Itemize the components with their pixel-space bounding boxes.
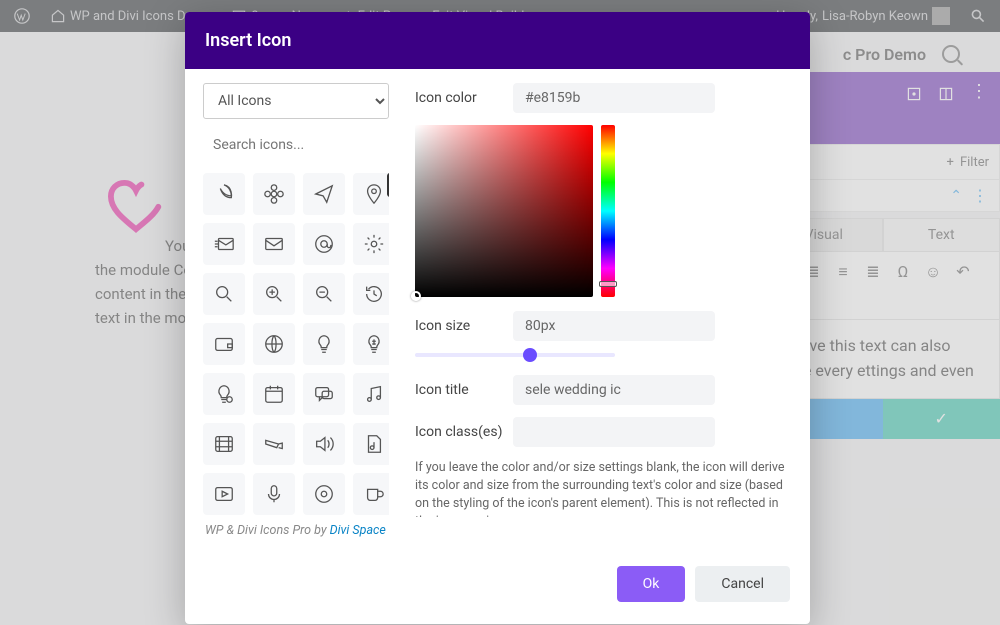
search-icons-input[interactable] [203,129,389,161]
chat-icon[interactable] [303,373,345,415]
modal-title: Insert Icon [185,12,810,69]
icon-size-slider[interactable] [415,353,615,357]
music-notes-icon[interactable] [353,373,389,415]
icon-size-input[interactable] [513,311,715,341]
hue-bar[interactable] [601,125,615,297]
saturation-area[interactable] [415,125,593,297]
map-pin-icon[interactable] [353,173,389,215]
zoom-out-icon[interactable] [303,273,345,315]
icon-settings-column: Icon color Icon size Icon title [397,69,810,517]
bulb-gear-icon[interactable] [203,373,245,415]
icon-color-label: Icon color [415,90,513,106]
play-icon[interactable] [203,473,245,515]
icon-classes-input[interactable] [513,417,715,447]
history-icon[interactable] [353,273,389,315]
music-file-icon[interactable] [353,423,389,465]
at-sign-icon[interactable] [303,223,345,265]
divi-space-link[interactable]: Divi Space [330,523,386,538]
gear-icon[interactable] [353,223,389,265]
icon-title-label: Icon title [415,382,513,398]
icon-help-text: If you leave the color and/or size setti… [415,459,792,517]
disc-icon[interactable] [303,473,345,515]
mic-icon[interactable] [253,473,295,515]
icon-size-label: Icon size [415,318,513,334]
mail-send-icon[interactable] [203,223,245,265]
icon-color-input[interactable] [513,83,715,113]
mug-icon[interactable] [353,473,389,515]
cancel-button[interactable]: Cancel [695,566,790,602]
icon-picker-column: All Icons [185,69,397,517]
volume-icon[interactable] [303,423,345,465]
modal-actions: Ok Cancel [185,538,810,624]
mail-icon[interactable] [253,223,295,265]
hue-handle[interactable] [599,281,617,287]
globe-icon[interactable] [253,323,295,365]
icon-category-select[interactable]: All Icons [203,83,389,119]
insert-icon-modal: Insert Icon All Icons Icon color [185,12,810,624]
cctv-icon[interactable] [253,423,295,465]
paper-plane-icon[interactable] [303,173,345,215]
color-picker[interactable] [415,125,792,297]
slider-thumb[interactable] [523,348,537,362]
wallet-icon[interactable] [203,323,245,365]
bulb-dollar-icon[interactable] [353,323,389,365]
bulb-icon[interactable] [303,323,345,365]
flower-icon[interactable] [253,173,295,215]
search-icon[interactable] [203,273,245,315]
icon-classes-label: Icon class(es) [415,424,513,440]
icon-grid [203,173,389,515]
saturation-handle[interactable] [411,291,421,301]
leaf-icon[interactable] [203,173,245,215]
icon-grid-scrollbar[interactable] [387,173,389,517]
film-icon[interactable] [203,423,245,465]
ok-button[interactable]: Ok [617,566,686,602]
zoom-in-icon[interactable] [253,273,295,315]
icon-title-input[interactable] [513,375,715,405]
scrollbar-thumb[interactable] [387,173,389,197]
calendar-icon[interactable] [253,373,295,415]
modal-plugin-credit: WP & Divi Icons Pro by Divi Space [185,517,810,538]
